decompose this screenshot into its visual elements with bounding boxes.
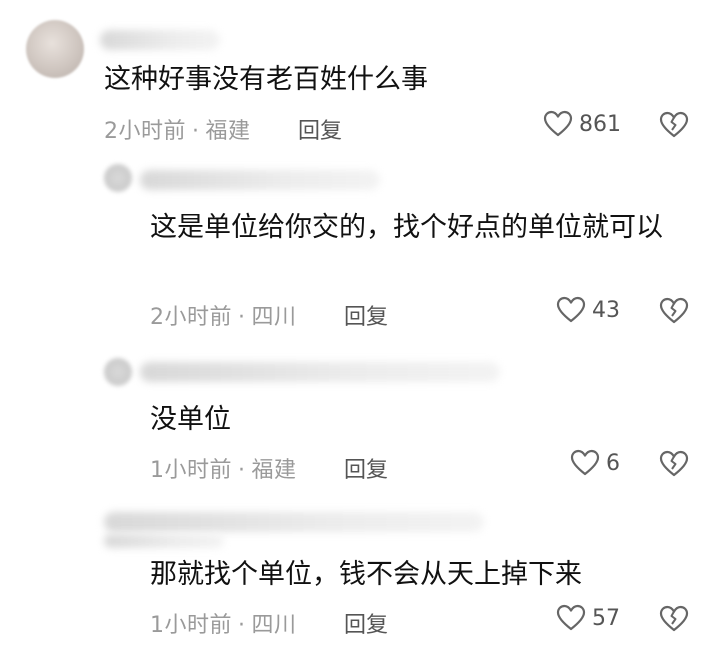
dislike-button[interactable] (659, 297, 689, 325)
comment-meta: 1小时前 · 四川 (150, 607, 297, 639)
separator: · (192, 119, 200, 144)
reply-button[interactable]: 回复 (298, 113, 342, 145)
avatar[interactable] (104, 358, 132, 386)
dislike-button[interactable] (659, 450, 689, 478)
reply-item: 这是单位给你交的，找个好点的单位就可以 2小时前 · 四川 回复 43 (0, 160, 720, 340)
reply-button[interactable]: 回复 (344, 452, 388, 484)
username-blurred[interactable] (140, 170, 380, 190)
separator: · (238, 613, 246, 638)
like-count: 6 (606, 450, 620, 476)
comment-text: 这种好事没有老百姓什么事 (104, 64, 428, 95)
like-count: 57 (592, 605, 620, 631)
comment-text: 没单位 (150, 404, 231, 435)
comment-item: 这种好事没有老百姓什么事 2小时前 · 福建 回复 861 (0, 0, 720, 160)
heart-outline-icon (556, 604, 586, 631)
username-blurred[interactable] (100, 30, 220, 50)
comment-location: 四川 (251, 613, 297, 638)
avatar[interactable] (104, 164, 132, 192)
comment-location: 四川 (251, 305, 297, 330)
like-button[interactable]: 43 (556, 296, 620, 324)
dislike-button[interactable] (659, 111, 689, 139)
reply-item: 没单位 1小时前 · 福建 回复 6 (0, 352, 720, 492)
comment-time: 2小时前 (150, 305, 232, 330)
reply-button[interactable]: 回复 (344, 607, 388, 639)
comment-location: 福建 (205, 119, 251, 144)
like-button[interactable]: 6 (570, 449, 620, 477)
comment-time: 2小时前 (104, 119, 186, 144)
comment-time: 1小时前 (150, 458, 232, 483)
reply-item: 那就找个单位，钱不会从天上掉下来 1小时前 · 四川 回复 57 (0, 500, 720, 655)
separator: · (238, 305, 246, 330)
comment-meta: 1小时前 · 福建 (150, 452, 297, 484)
like-button[interactable]: 861 (543, 110, 621, 138)
like-count: 43 (592, 297, 620, 323)
heart-outline-icon (570, 449, 600, 476)
heart-outline-icon (556, 296, 586, 323)
comment-meta: 2小时前 · 四川 (150, 299, 297, 331)
comment-time: 1小时前 (150, 613, 232, 638)
username-blurred[interactable] (140, 362, 500, 382)
comment-text: 那就找个单位，钱不会从天上掉下来 (150, 559, 582, 590)
comment-text: 这是单位给你交的，找个好点的单位就可以 (150, 212, 663, 243)
separator: · (238, 458, 246, 483)
avatar[interactable] (26, 20, 84, 78)
broken-heart-icon (659, 605, 689, 632)
reply-button[interactable]: 回复 (344, 299, 388, 331)
username-blurred (104, 534, 224, 548)
like-button[interactable]: 57 (556, 604, 620, 632)
comment-location: 福建 (251, 458, 297, 483)
broken-heart-icon (659, 450, 689, 477)
comment-meta: 2小时前 · 福建 (104, 113, 251, 145)
like-count: 861 (579, 111, 621, 137)
heart-outline-icon (543, 110, 573, 137)
broken-heart-icon (659, 297, 689, 324)
dislike-button[interactable] (659, 605, 689, 633)
broken-heart-icon (659, 111, 689, 138)
username-blurred[interactable] (104, 512, 484, 532)
